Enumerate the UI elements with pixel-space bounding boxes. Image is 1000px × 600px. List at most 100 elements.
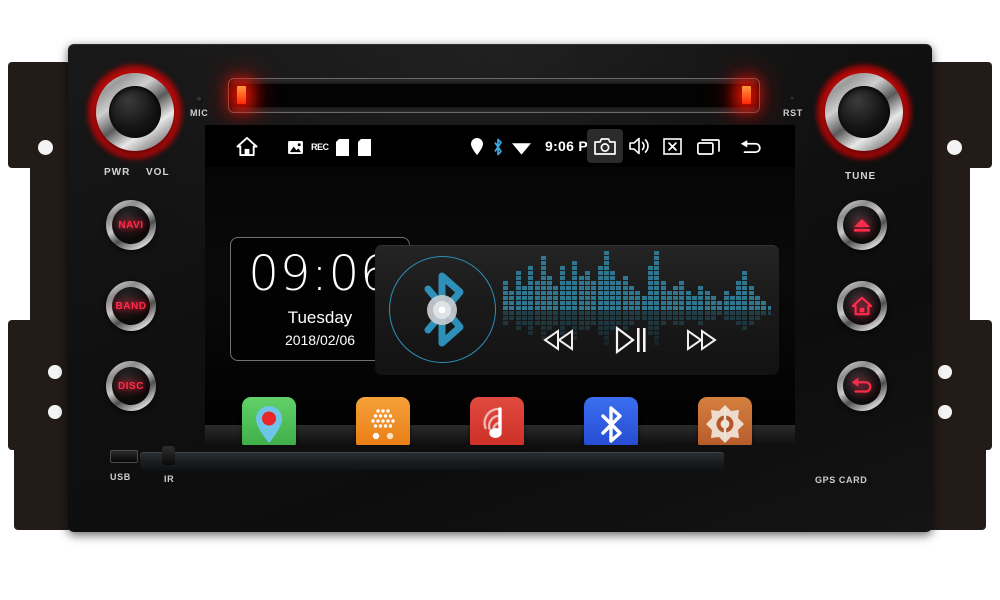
equalizer-cell [540, 281, 546, 285]
equalizer-cell-reflection [629, 321, 634, 325]
equalizer-cell-reflection [534, 321, 540, 325]
equalizer-cell-reflection [547, 316, 553, 320]
equalizer-cell-reflection [647, 321, 653, 325]
power-volume-knob[interactable] [87, 64, 183, 160]
equalizer-cell [584, 306, 590, 310]
home-hard-button[interactable] [837, 281, 887, 331]
equalizer-cell [654, 251, 660, 255]
equalizer-cell [748, 286, 754, 290]
equalizer-cell [610, 306, 616, 310]
equalizer-cell-reflection [629, 311, 634, 315]
dock-item-radio[interactable]: Radio [351, 397, 415, 445]
equalizer-cell-reflection [540, 321, 546, 325]
equalizer-cell [566, 281, 571, 285]
rewind-icon[interactable] [543, 329, 575, 351]
equalizer-cell-reflection [654, 311, 660, 315]
bluetooth-music-widget[interactable] [375, 245, 779, 375]
equalizer-cell [647, 266, 653, 270]
equalizer-cell-reflection [641, 316, 647, 320]
fast-forward-icon[interactable] [685, 329, 717, 351]
equalizer-cell [673, 291, 679, 295]
cd-slot[interactable] [229, 79, 759, 112]
equalizer-cell-reflection [748, 311, 754, 315]
equalizer-cell-reflection [698, 321, 704, 325]
equalizer-cell [673, 286, 679, 290]
equalizer-cell-reflection [654, 331, 660, 335]
equalizer-cell [528, 281, 534, 285]
equalizer-cell [635, 296, 641, 300]
equalizer-cell [742, 281, 748, 285]
equalizer-cell [660, 306, 666, 310]
equalizer-cell [597, 266, 603, 270]
cd-slot-led-left [237, 86, 246, 104]
tune-knob[interactable] [816, 64, 912, 160]
equalizer-cell [515, 276, 521, 280]
bluetooth-icon [584, 397, 638, 445]
eject-button-face [843, 206, 881, 244]
dock-item-settings[interactable]: Settings [693, 397, 757, 445]
equalizer-cell [540, 276, 546, 280]
equalizer-cell [509, 306, 515, 310]
equalizer-cell [534, 296, 540, 300]
dock-item-bluetooth[interactable]: Bluetooth [579, 397, 643, 445]
equalizer-cell [547, 296, 553, 300]
equalizer-cell [597, 281, 603, 285]
dock-item-music[interactable]: Music [465, 397, 529, 445]
band-button-label: BAND [115, 300, 147, 312]
navi-button[interactable]: NAVI [106, 200, 156, 250]
equalizer-cell [528, 266, 534, 270]
equalizer-cell [660, 286, 666, 290]
equalizer-cell-reflection [521, 316, 527, 320]
equalizer-cell [679, 281, 685, 285]
equalizer-cell [723, 291, 729, 295]
equalizer-cell [761, 306, 767, 310]
usb-port[interactable] [110, 450, 138, 463]
equalizer-cell-reflection [755, 311, 760, 315]
equalizer-cell-reflection [515, 311, 521, 315]
recents-icon[interactable] [697, 138, 720, 155]
equalizer-cell [603, 266, 609, 270]
equalizer-cell-reflection [603, 326, 609, 330]
volume-icon[interactable] [629, 137, 650, 155]
back-hard-button[interactable] [837, 361, 887, 411]
back-icon[interactable] [738, 139, 764, 156]
equalizer-cell [603, 251, 609, 255]
play-pause-icon[interactable] [615, 326, 647, 354]
equalizer-cell [616, 291, 622, 295]
equalizer-cell-reflection [660, 316, 666, 320]
equalizer-cell-reflection [647, 331, 653, 335]
equalizer-cell [559, 281, 565, 285]
equalizer-cell-reflection [647, 316, 653, 320]
equalizer-cell [572, 261, 578, 265]
equalizer-cell [591, 306, 597, 310]
close-icon[interactable] [663, 138, 682, 155]
equalizer-cell [584, 296, 590, 300]
dock-item-navigation[interactable]: Navigation [237, 397, 301, 445]
touchscreen-display[interactable]: REC 9:06 PM 09:06 Tuesday 2018/02/06 [205, 125, 795, 445]
equalizer-cell [742, 306, 748, 310]
equalizer-cell-reflection [597, 331, 603, 335]
equalizer-cell [641, 306, 647, 310]
equalizer-cell [755, 301, 760, 305]
equalizer-cell [534, 281, 540, 285]
equalizer-cell [584, 271, 590, 275]
equalizer-cell [528, 286, 534, 290]
disc-button[interactable]: DISC [106, 361, 156, 411]
equalizer-cell-reflection [679, 311, 685, 315]
equalizer-cell-reflection [647, 326, 653, 330]
band-button[interactable]: BAND [106, 281, 156, 331]
equalizer-cell [603, 296, 609, 300]
reset-pinhole[interactable] [790, 96, 795, 101]
home-button-face [843, 287, 881, 325]
equalizer-cell [610, 271, 616, 275]
equalizer-cell-reflection [597, 321, 603, 325]
navi-button-label: NAVI [118, 219, 144, 231]
camera-icon[interactable] [594, 138, 616, 155]
equalizer-cell [654, 306, 660, 310]
eject-button[interactable] [837, 200, 887, 250]
equalizer-cell [603, 256, 609, 260]
equalizer-cell-reflection [610, 311, 616, 315]
equalizer-cell [736, 286, 742, 290]
home-icon[interactable] [235, 136, 259, 157]
equalizer-cell [540, 261, 546, 265]
